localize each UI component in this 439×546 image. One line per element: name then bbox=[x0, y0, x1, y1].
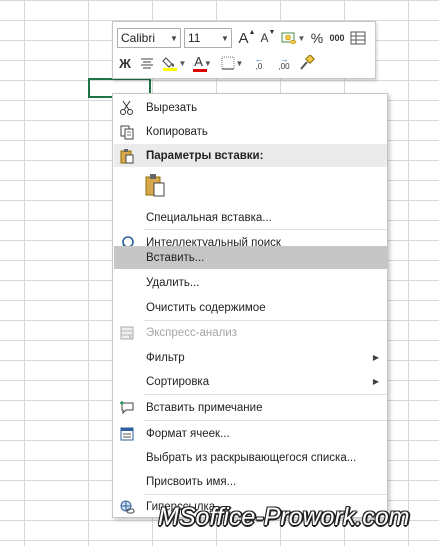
menu-item-label: Очистить содержимое bbox=[146, 301, 266, 314]
menu-item-format-cells[interactable]: Формат ячеек... bbox=[114, 422, 387, 445]
chevron-down-icon[interactable]: ▼ bbox=[167, 29, 180, 47]
increase-font-icon[interactable]: A ▲ bbox=[238, 28, 256, 48]
comma-style-icon[interactable]: 000 bbox=[328, 28, 346, 48]
watermark: MSoffice-Prowork.com bbox=[158, 503, 410, 531]
menu-item-paste-special[interactable]: Специальная вставка... bbox=[114, 206, 387, 229]
menu-item-label: Вырезать bbox=[146, 101, 198, 114]
menu-item-label: Сортировка bbox=[146, 375, 210, 388]
paste-option-row bbox=[114, 169, 387, 199]
menu-item-quick-analysis[interactable]: Экспресс-анализ bbox=[114, 321, 387, 344]
context-menu: Вырезать Копировать Параметры вставки: С… bbox=[112, 93, 388, 518]
font-size-box[interactable]: 11 ▼ bbox=[184, 28, 232, 48]
increase-decimal-icon[interactable]: → ,00 bbox=[273, 53, 295, 73]
scissors-icon bbox=[118, 99, 136, 116]
menu-item-insert-comment[interactable]: Вставить примечание bbox=[114, 396, 387, 419]
menu-item-label: Присвоить имя... bbox=[146, 475, 237, 488]
format-cells-icon bbox=[118, 425, 136, 442]
menu-item-cut[interactable]: Вырезать bbox=[114, 96, 387, 119]
copy-icon bbox=[118, 123, 136, 140]
menu-item-define-name[interactable]: Присвоить имя... bbox=[114, 470, 387, 493]
menu-item-sort[interactable]: Сортировка ▶ bbox=[114, 370, 387, 393]
quick-analysis-icon bbox=[118, 324, 136, 341]
format-painter-icon[interactable] bbox=[298, 53, 316, 73]
menu-item-label: Фильтр bbox=[146, 351, 185, 364]
font-name-value: Calibri bbox=[121, 31, 156, 45]
menu-item-label: Вставить... bbox=[146, 251, 205, 264]
menu-item-label: Параметры вставки: bbox=[146, 149, 264, 162]
menu-item-delete[interactable]: Удалить... bbox=[114, 271, 387, 294]
menu-item-label: Удалить... bbox=[146, 276, 200, 289]
comment-icon bbox=[118, 399, 136, 416]
menu-item-label: Экспресс-анализ bbox=[146, 326, 238, 339]
chevron-down-icon[interactable]: ▼ bbox=[218, 29, 231, 47]
chevron-right-icon: ▶ bbox=[372, 377, 379, 386]
format-table-icon[interactable] bbox=[349, 28, 367, 48]
mini-toolbar: Calibri ▼ 11 ▼ A ▲ A ▼ ▼ % 000 Ж ▼ A ▼ ▼… bbox=[112, 21, 376, 79]
menu-item-copy[interactable]: Копировать bbox=[114, 120, 387, 143]
align-center-icon[interactable] bbox=[136, 53, 158, 73]
bold-icon[interactable]: Ж bbox=[117, 53, 133, 73]
accounting-format-icon[interactable]: ▼ bbox=[280, 28, 306, 48]
font-name-box[interactable]: Calibri ▼ bbox=[117, 28, 181, 48]
menu-header-paste-options: Параметры вставки: bbox=[114, 144, 387, 167]
decrease-font-icon[interactable]: A ▼ bbox=[259, 28, 277, 48]
menu-item-label: Специальная вставка... bbox=[146, 211, 272, 224]
menu-item-label: Вставить примечание bbox=[146, 401, 263, 414]
menu-separator bbox=[144, 420, 387, 421]
borders-icon[interactable]: ▼ bbox=[219, 53, 245, 73]
menu-item-pick-from-list[interactable]: Выбрать из раскрывающегося списка... bbox=[114, 446, 387, 469]
menu-separator bbox=[144, 229, 387, 230]
decrease-decimal-icon[interactable]: ← ,0 bbox=[248, 53, 270, 73]
chevron-right-icon: ▶ bbox=[372, 353, 379, 362]
clipboard-icon bbox=[118, 147, 136, 164]
menu-item-filter[interactable]: Фильтр ▶ bbox=[114, 346, 387, 369]
hyperlink-icon bbox=[118, 498, 136, 515]
fill-color-icon[interactable]: ▼ bbox=[161, 53, 187, 73]
menu-item-clear-contents[interactable]: Очистить содержимое bbox=[114, 296, 387, 319]
menu-item-insert[interactable]: Вставить... bbox=[114, 246, 387, 269]
paste-clipboard-icon[interactable] bbox=[143, 172, 167, 198]
menu-separator bbox=[144, 394, 387, 395]
menu-item-label: Формат ячеек... bbox=[146, 427, 230, 440]
font-size-value: 11 bbox=[188, 31, 201, 45]
menu-item-label: Выбрать из раскрывающегося списка... bbox=[146, 451, 357, 464]
menu-item-label: Копировать bbox=[146, 125, 208, 138]
percent-icon[interactable]: % bbox=[309, 28, 325, 48]
font-color-icon[interactable]: A ▼ bbox=[190, 53, 216, 73]
